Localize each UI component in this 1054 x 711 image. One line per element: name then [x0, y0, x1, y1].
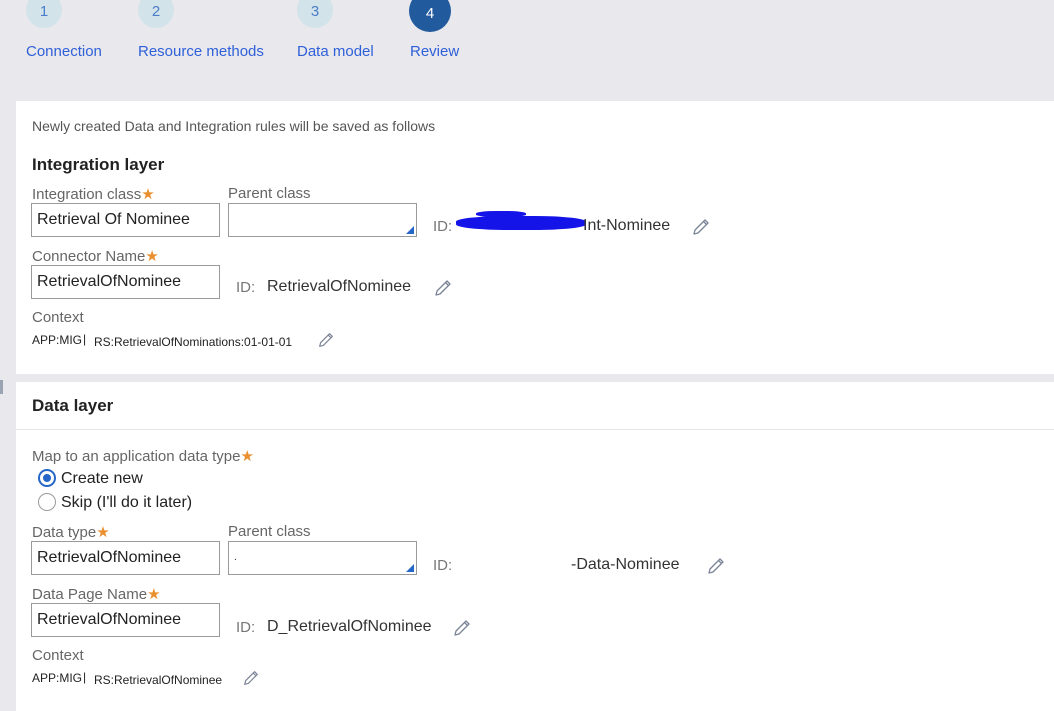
required-star-icon: ★ — [141, 186, 155, 203]
pencil-icon[interactable] — [433, 278, 453, 298]
parent-class-picker[interactable]: . — [228, 541, 417, 575]
connector-id-label: ID: — [236, 279, 256, 296]
connector-name-input[interactable]: RetrievalOfNominee — [31, 265, 220, 299]
integration-class-label: Integration class★ — [32, 186, 155, 203]
step-label[interactable]: Data model — [297, 43, 374, 60]
radio-skip[interactable] — [38, 493, 56, 511]
redaction-mark — [476, 211, 526, 217]
required-star-icon: ★ — [240, 448, 254, 465]
pencil-icon[interactable] — [452, 618, 472, 638]
class-id-label: ID: — [433, 218, 453, 235]
step-label[interactable]: Connection — [26, 43, 102, 60]
pencil-icon[interactable] — [706, 556, 726, 576]
context-separator: | — [83, 670, 87, 684]
section-divider — [16, 429, 1054, 430]
step-number: 4 — [409, 0, 451, 32]
context-label: Context — [32, 647, 84, 664]
context-label: Context — [32, 309, 84, 326]
data-type-input[interactable]: RetrievalOfNominee — [31, 541, 220, 575]
gutter-mark — [0, 380, 3, 394]
section-title: Data layer — [32, 396, 114, 415]
context-app: APP:MIG — [32, 333, 83, 347]
class-id-label: ID: — [433, 557, 453, 574]
parent-class-picker[interactable] — [228, 203, 417, 237]
pencil-icon[interactable] — [242, 669, 260, 687]
radio-create-new[interactable] — [38, 469, 56, 487]
data-page-name-input[interactable]: RetrievalOfNominee — [31, 603, 220, 637]
required-star-icon: ★ — [145, 248, 159, 265]
class-id-value: -Data-Nominee — [571, 556, 680, 573]
step-label[interactable]: Review — [410, 43, 459, 60]
wizard-steps: 1 Connection 2 Resource methods 3 Data m… — [0, 0, 1054, 100]
context-separator: | — [83, 332, 87, 346]
radio-create-new-label[interactable]: Create new — [61, 470, 143, 488]
section-title: Integration layer — [32, 155, 165, 174]
integration-class-input[interactable]: Retrieval Of Nominee — [31, 203, 220, 237]
parent-class-label: Parent class — [228, 523, 311, 540]
radio-skip-label[interactable]: Skip (I'll do it later) — [61, 494, 192, 512]
class-id-value: Int-Nominee — [583, 217, 671, 234]
data-type-label: Data type★ — [32, 524, 110, 541]
required-star-icon: ★ — [147, 586, 161, 603]
context-app: APP:MIG — [32, 671, 83, 685]
connector-name-label: Connector Name★ — [32, 248, 159, 265]
pencil-icon[interactable] — [691, 217, 711, 237]
intro-text: Newly created Data and Integration rules… — [32, 118, 436, 134]
page-id-value: D_RetrievalOfNominee — [267, 618, 432, 635]
required-star-icon: ★ — [96, 524, 110, 541]
map-data-type-label: Map to an application data type★ — [32, 448, 254, 465]
context-ruleset: RS:RetrievalOfNominations:01-01-01 — [94, 335, 293, 349]
pencil-icon[interactable] — [317, 331, 335, 349]
connector-id-value: RetrievalOfNominee — [267, 278, 412, 295]
parent-class-label: Parent class — [228, 185, 311, 202]
data-page-name-label: Data Page Name★ — [32, 586, 161, 603]
context-ruleset: RS:RetrievalOfNominee — [94, 673, 223, 687]
integration-layer-card: Newly created Data and Integration rules… — [16, 101, 1054, 374]
step-number: 1 — [26, 0, 62, 28]
step-label[interactable]: Resource methods — [138, 43, 264, 60]
page-id-label: ID: — [236, 619, 256, 636]
step-number: 2 — [138, 0, 174, 28]
data-layer-card: Data layer Map to an application data ty… — [16, 382, 1054, 711]
step-number: 3 — [297, 0, 333, 28]
redaction-mark — [456, 216, 586, 230]
